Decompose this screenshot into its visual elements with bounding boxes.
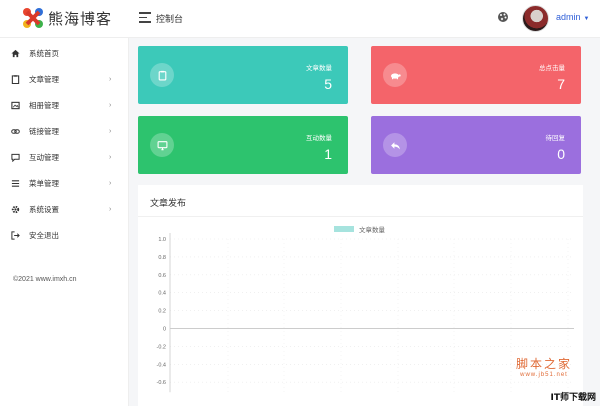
y-tick-label: -0.2 — [157, 344, 166, 350]
watermark-text: 脚本之家 — [515, 357, 572, 371]
copyright: ©2021 www.imxh.cn — [13, 276, 77, 283]
stat-value: 1 — [324, 146, 332, 162]
sidebar-item-label: 安全退出 — [29, 230, 59, 240]
y-tick-label: -0.6 — [157, 380, 166, 386]
main-content: 文章数量 5 总点击量 7 互动数量 1 待回复 0 文章发布 文章数量 1.0 0… — [129, 38, 600, 406]
chevron-right-icon: › — [109, 127, 112, 135]
sidebar-item-label: 链接管理 — [29, 126, 59, 136]
y-tick-label: 1.0 — [158, 237, 166, 243]
y-tick-label: 0 — [163, 327, 166, 333]
stat-title: 互动数量 — [306, 135, 332, 142]
link-icon — [11, 128, 20, 134]
console-label: 控制台 — [156, 14, 184, 24]
sidebar-item-interactions[interactable]: 互动管理 › — [0, 144, 129, 170]
monitor-icon — [150, 133, 174, 157]
menu-toggle-icon[interactable] — [139, 12, 151, 24]
gallery-icon — [11, 101, 20, 109]
stat-title: 待回复 — [545, 135, 566, 142]
sidebar-item-settings[interactable]: 系统设置 › — [0, 196, 129, 222]
avatar[interactable] — [522, 5, 549, 32]
sidebar-item-label: 系统首页 — [29, 48, 59, 58]
sidebar-item-label: 相册管理 — [29, 100, 59, 110]
clipboard-icon — [150, 63, 174, 87]
stat-value: 5 — [324, 76, 332, 92]
sidebar: 系统首页 文章管理 › 相册管理 › 链接管理 › 互动管理 › 菜单管理 › … — [0, 38, 129, 406]
legend-label: 文章数量 — [359, 225, 386, 234]
stat-card-clicks[interactable]: 总点击量 7 — [371, 46, 581, 104]
sidebar-item-articles[interactable]: 文章管理 › — [0, 66, 129, 92]
top-header: 熊海博客 控制台 admin ▼ — [0, 0, 600, 38]
user-menu[interactable]: admin ▼ — [556, 12, 589, 22]
home-icon — [11, 49, 20, 57]
sidebar-item-gallery[interactable]: 相册管理 › — [0, 92, 129, 118]
sidebar-item-menus[interactable]: 菜单管理 › — [0, 170, 129, 196]
chevron-right-icon: › — [109, 153, 112, 161]
user-name: admin — [556, 12, 581, 22]
document-icon — [11, 74, 20, 84]
logo-text: 熊海博客 — [48, 9, 113, 28]
sidebar-item-label: 互动管理 — [29, 152, 59, 162]
chevron-right-icon: › — [109, 205, 112, 213]
reply-icon — [383, 133, 407, 157]
chevron-right-icon: › — [109, 101, 112, 109]
sidebar-item-label: 菜单管理 — [29, 178, 59, 188]
y-tick-label: 0.2 — [158, 309, 166, 315]
stat-card-pending-replies[interactable]: 待回复 0 — [371, 116, 581, 174]
panel-title: 文章发布 — [150, 198, 187, 208]
sidebar-item-label: 系统设置 — [29, 204, 59, 214]
stat-card-articles[interactable]: 文章数量 5 — [138, 46, 348, 104]
stat-card-interactions[interactable]: 互动数量 1 — [138, 116, 348, 174]
sidebar-item-logout[interactable]: 安全退出 — [0, 222, 129, 248]
stat-value: 7 — [557, 76, 565, 92]
y-tick-label: -0.4 — [157, 362, 166, 368]
sidebar-item-links[interactable]: 链接管理 › — [0, 118, 129, 144]
palette-icon[interactable] — [497, 11, 509, 23]
turtle-icon — [383, 63, 407, 87]
comment-icon — [11, 153, 20, 162]
sidebar-item-label: 文章管理 — [29, 74, 59, 84]
stat-value: 0 — [557, 146, 565, 162]
y-tick-label: 0.8 — [158, 255, 166, 261]
logo-icon — [23, 8, 43, 28]
watermark-url: www.jb51.net — [520, 372, 568, 378]
legend-swatch — [334, 226, 354, 232]
watermark: 脚本之家 www.jb51.net — [516, 355, 572, 378]
sidebar-item-home[interactable]: 系统首页 — [0, 40, 129, 66]
corner-watermark: IT师下载网 — [550, 393, 597, 403]
chevron-down-icon: ▼ — [583, 16, 590, 22]
divider — [138, 216, 583, 217]
chevron-right-icon: › — [109, 179, 112, 187]
gear-icon — [11, 205, 20, 213]
logout-icon — [11, 230, 20, 240]
y-tick-label: 0.6 — [158, 273, 166, 279]
logo[interactable]: 熊海博客 — [22, 7, 112, 29]
stat-title: 文章数量 — [306, 65, 332, 72]
y-tick-label: 0.4 — [158, 291, 166, 297]
menu-icon — [11, 179, 20, 187]
stat-title: 总点击量 — [539, 65, 565, 72]
chevron-right-icon: › — [109, 75, 112, 83]
